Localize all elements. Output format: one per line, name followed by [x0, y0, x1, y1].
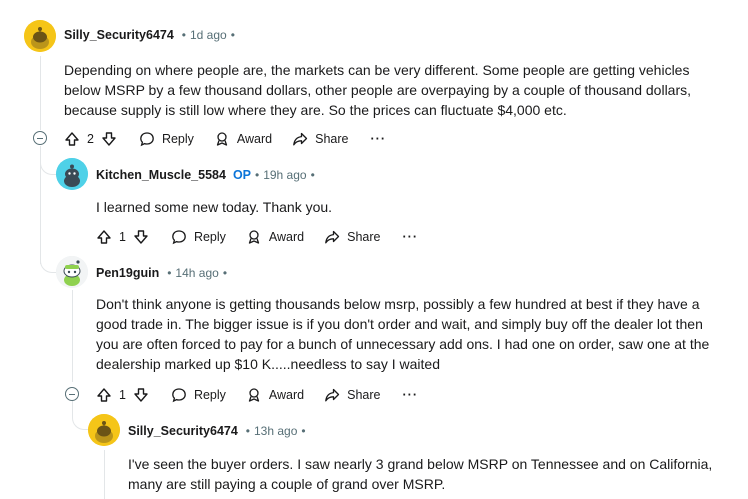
comment-meta: Pen19guin • 14h ago • — [96, 266, 231, 280]
share-label: Share — [315, 132, 349, 146]
downvote-icon[interactable] — [133, 387, 149, 403]
vote-controls: 1 — [96, 229, 149, 245]
separator-dot: • — [222, 266, 228, 280]
reply-label: Reply — [161, 132, 194, 146]
separator-dot: • — [255, 168, 260, 182]
collapse-thread-button[interactable] — [33, 131, 47, 145]
award-icon — [248, 230, 260, 244]
share-button[interactable]: Share — [324, 229, 381, 245]
thread-line-root — [40, 56, 41, 130]
comment-meta: Silly_Security6474 • 1d ago • — [64, 28, 239, 42]
comment-bubble-icon — [172, 388, 186, 403]
avatar[interactable] — [56, 256, 88, 288]
reply-button[interactable]: Reply — [171, 229, 226, 245]
snoo-avatar-icon — [56, 256, 88, 288]
vote-controls: 2 — [64, 131, 117, 147]
award-button[interactable]: Award — [246, 387, 304, 403]
more-options-button[interactable]: ··· — [371, 132, 387, 146]
comment-body: Depending on where people are, the marke… — [64, 62, 692, 118]
downvote-icon[interactable] — [133, 229, 149, 245]
separator-dot: • — [245, 424, 250, 438]
comment-body: I've seen the buyer orders. I saw nearly… — [128, 456, 713, 492]
award-icon — [216, 132, 228, 146]
separator-dot: • — [230, 28, 235, 42]
comment-bubble-icon — [140, 132, 154, 147]
collapse-thread-button[interactable] — [65, 387, 79, 401]
op-badge: OP — [232, 168, 251, 182]
snoo-avatar-icon — [56, 158, 88, 190]
comment-actions: 1 Reply Award Share ··· — [96, 383, 418, 407]
upvote-icon[interactable] — [96, 229, 112, 245]
more-options-button[interactable]: ··· — [403, 230, 419, 244]
comment-body: Don't think anyone is getting thousands … — [96, 296, 710, 372]
timestamp[interactable]: 14h ago — [175, 266, 218, 280]
share-label: Share — [347, 388, 381, 402]
snoo-avatar-icon — [24, 20, 56, 52]
award-label: Award — [236, 132, 273, 146]
username[interactable]: Silly_Security6474 — [128, 424, 238, 438]
separator-dot: • — [301, 424, 306, 438]
downvote-icon[interactable] — [101, 131, 117, 147]
username[interactable]: Pen19guin — [96, 266, 159, 280]
comment-meta: Silly_Security6474 • 13h ago • — [128, 424, 310, 438]
vote-count: 2 — [87, 132, 94, 146]
award-label: Award — [268, 388, 305, 402]
separator-dot: • — [181, 28, 186, 42]
share-label: Share — [347, 230, 381, 244]
vote-controls: 1 — [96, 387, 149, 403]
award-label: Award — [268, 230, 305, 244]
award-button[interactable]: Award — [214, 131, 272, 147]
timestamp[interactable]: 1d ago — [190, 28, 227, 42]
share-button[interactable]: Share — [292, 131, 349, 147]
comment-meta: Kitchen_Muscle_5584 OP • 19h ago • — [96, 168, 319, 182]
reply-label: Reply — [193, 230, 226, 244]
upvote-icon[interactable] — [64, 131, 80, 147]
reply-label: Reply — [193, 388, 226, 402]
thread-line-level2 — [72, 290, 73, 382]
avatar[interactable] — [24, 20, 56, 52]
thread-line-level3 — [104, 450, 105, 499]
username[interactable]: Kitchen_Muscle_5584 — [96, 168, 226, 182]
avatar[interactable] — [56, 158, 88, 190]
share-button[interactable]: Share — [324, 387, 381, 403]
vote-count: 1 — [119, 230, 126, 244]
separator-dot: • — [167, 266, 172, 280]
reply-button[interactable]: Reply — [171, 387, 226, 403]
share-icon — [293, 132, 308, 146]
upvote-icon[interactable] — [96, 387, 112, 403]
username[interactable]: Silly_Security6474 — [64, 28, 174, 42]
comment-bubble-icon — [172, 230, 186, 245]
share-icon — [325, 388, 340, 402]
more-options-button[interactable]: ··· — [403, 388, 419, 402]
vote-count: 1 — [119, 388, 126, 402]
comment-body: I learned some new today. Thank you. — [96, 199, 333, 215]
reply-button[interactable]: Reply — [139, 131, 194, 147]
comment-actions: 1 Reply Award Share ··· — [96, 225, 418, 249]
share-icon — [325, 230, 340, 244]
timestamp[interactable]: 19h ago — [263, 168, 306, 182]
avatar[interactable] — [88, 414, 120, 446]
comment-actions: 2 Reply Award Share ··· — [64, 127, 386, 151]
snoo-avatar-icon — [88, 414, 120, 446]
award-button[interactable]: Award — [246, 229, 304, 245]
timestamp[interactable]: 13h ago — [254, 424, 297, 438]
award-icon — [248, 388, 260, 402]
separator-dot: • — [310, 168, 315, 182]
